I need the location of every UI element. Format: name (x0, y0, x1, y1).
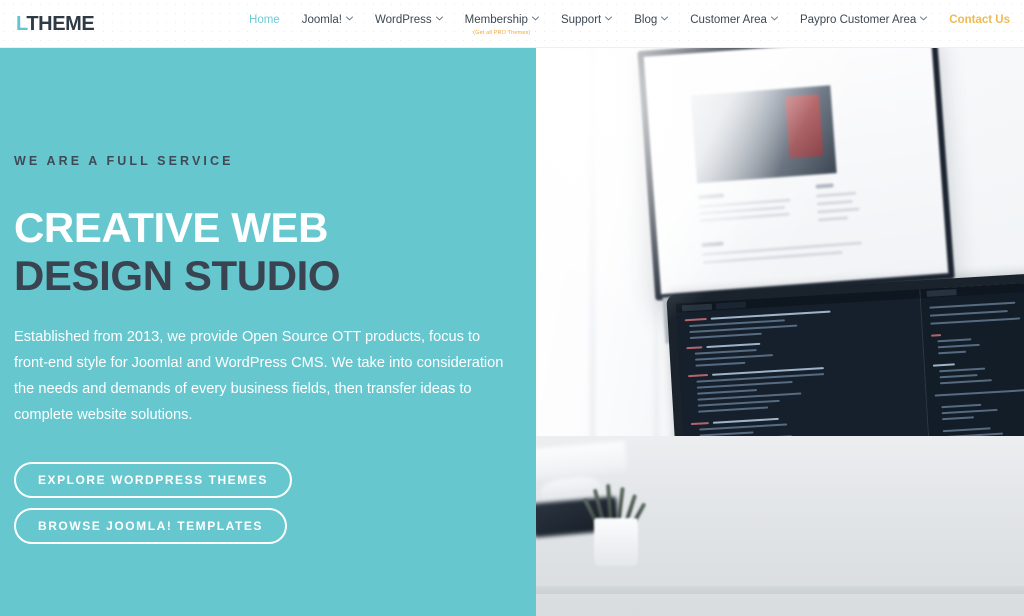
browse-joomla-templates-button[interactable]: BROWSE JOOMLA! TEMPLATES (14, 508, 287, 544)
chevron-down-icon (531, 16, 539, 23)
photo-desk-edge (536, 586, 1024, 594)
hero-paragraph: Established from 2013, we provide Open S… (14, 329, 504, 423)
chevron-down-icon (346, 16, 353, 23)
photo-plant-pot (594, 518, 638, 566)
hero-headline: CREATIVE WEB DESIGN STUDIO (14, 204, 514, 300)
logo-text: THEME (26, 12, 95, 35)
workspace-photo (536, 48, 1024, 616)
site-logo[interactable]: LTHEME (16, 12, 95, 35)
logo-accent-letter: L (16, 12, 27, 35)
nav-item-label: Joomla! (301, 13, 342, 26)
chevron-down-icon (920, 16, 928, 23)
nav-item-label: WordPress (374, 13, 432, 26)
nav-item-label: Blog (634, 13, 658, 26)
nav-item-membership[interactable]: Membership (Get all PRO Themes) (454, 13, 550, 36)
nav-item-customer-area[interactable]: Customer Area (679, 14, 789, 27)
nav-item-label: Customer Area (690, 13, 767, 26)
hero-eyebrow: WE ARE A FULL SERVICE (14, 154, 234, 168)
hero-image (536, 48, 1024, 616)
nav-item-label: Home (249, 13, 280, 26)
chevron-down-icon (770, 16, 778, 23)
hero-text-panel: WE ARE A FULL SERVICE CREATIVE WEB DESIG… (0, 48, 536, 616)
photo-window-glow (536, 48, 796, 348)
nav-item-home[interactable]: Home (238, 14, 291, 27)
chevron-down-icon (435, 16, 443, 23)
chevron-down-icon (661, 16, 669, 23)
hero-headline-line-1: CREATIVE WEB (14, 204, 329, 251)
nav-item-sublabel: (Get all PRO Themes) (473, 29, 531, 36)
hero-section: WE ARE A FULL SERVICE CREATIVE WEB DESIG… (0, 48, 1024, 616)
hero-headline-line-2: DESIGN STUDIO (14, 252, 341, 299)
nav-item-contact-us[interactable]: Contact Us (938, 14, 1010, 27)
nav-item-wordpress[interactable]: WordPress (364, 14, 454, 27)
editor-tabbar (920, 282, 1024, 299)
nav-item-joomla[interactable]: Joomla! (291, 14, 364, 27)
nav-item-paypro-customer-area[interactable]: Paypro Customer Area (789, 14, 938, 27)
explore-wordpress-themes-button[interactable]: EXPLORE WORDPRESS THEMES (14, 462, 292, 498)
nav-item-label: Membership (464, 13, 528, 26)
nav-item-label: Paypro Customer Area (799, 13, 917, 26)
nav-item-label: Contact Us (949, 13, 1010, 26)
nav-item-label: Support (560, 13, 602, 26)
chevron-down-icon (605, 16, 613, 23)
hero-content: WE ARE A FULL SERVICE CREATIVE WEB DESIG… (14, 154, 514, 544)
site-header: LTHEME Home Joomla! WordPress Membership… (0, 0, 1024, 48)
nav-item-blog[interactable]: Blog (623, 14, 679, 27)
editor-tab (926, 288, 957, 297)
nav-item-support[interactable]: Support (550, 14, 623, 27)
hero-cta-group: EXPLORE WORDPRESS THEMES BROWSE JOOMLA! … (14, 462, 514, 544)
main-navigation: Home Joomla! WordPress Membership (Get a… (238, 0, 1010, 48)
